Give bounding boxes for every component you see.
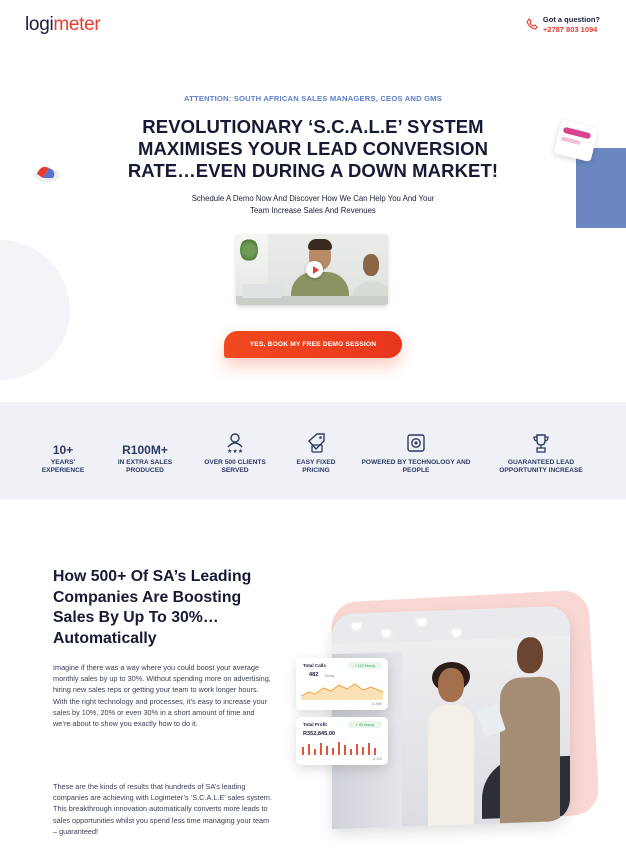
stat-clients: ★★★ OVER 500 CLIENTS SERVED	[197, 402, 273, 499]
stat-value: R100M+	[122, 443, 168, 457]
stat-label: GUARANTEED LEAD OPPORTUNITY INCREASE	[499, 459, 583, 474]
card-badge: + 120 Hourly	[348, 662, 382, 669]
attention-text: ATTENTION: SOUTH AFRICAN SALES MANAGERS,…	[184, 94, 442, 103]
hero-subheading: Schedule A Demo Now And Discover How We …	[191, 194, 435, 215]
stat-label: POWERED BY TECHNOLOGY AND PEOPLE	[361, 459, 471, 474]
landing-page: logimeter Got a question? +2787 803 1094…	[0, 0, 626, 856]
contact-block[interactable]: Got a question? +2787 803 1094	[526, 15, 600, 35]
stat-pricing: EASY FIXED PRICING	[285, 402, 347, 499]
stat-years: 10+ YEARS' EXPERIENCE	[33, 402, 93, 499]
team-stars-icon: ★★★	[227, 433, 243, 454]
tech-chip-icon	[407, 434, 425, 452]
contact-question: Got a question?	[542, 15, 600, 24]
section-paragraph: Imagine if there was a way where you cou…	[53, 663, 271, 729]
price-tag-icon	[308, 433, 325, 453]
card-foot: 8,119	[373, 757, 382, 761]
demo-video[interactable]	[236, 234, 388, 305]
play-icon	[312, 265, 319, 274]
calls-area-chart	[301, 683, 383, 700]
phone-icon	[526, 18, 538, 30]
stat-label: YEARS' EXPERIENCE	[41, 459, 85, 474]
card-title: Total Profit	[303, 722, 327, 727]
stats-band: 10+ YEARS' EXPERIENCE R100M+ IN EXTRA SA…	[0, 402, 626, 499]
contact-number[interactable]: +2787 803 1094	[543, 25, 600, 35]
showroom-image	[296, 589, 601, 836]
card-value: 482	[309, 672, 319, 678]
stat-guarantee: GUARANTEED LEAD OPPORTUNITY INCREASE	[487, 402, 595, 499]
svg-text:★★★: ★★★	[227, 448, 243, 454]
stat-label: IN EXTRA SALES PRODUCED	[117, 459, 173, 474]
page-title: REVOLUTIONARY ‘S.C.A.L.E’ SYSTEM MAXIMIS…	[127, 116, 499, 181]
section-title: How 500+ Of SA’s Leading Companies Are B…	[53, 568, 252, 647]
decorative-circle	[0, 240, 70, 380]
stat-label: OVER 500 CLIENTS SERVED	[204, 459, 266, 474]
play-button[interactable]	[306, 261, 323, 278]
stat-value: 10+	[52, 443, 74, 457]
card-title: Total Calls	[303, 663, 326, 668]
card-value: R352,845.00	[303, 731, 336, 737]
trophy-icon	[533, 434, 549, 453]
card-foot: 11,989	[371, 702, 382, 706]
card-sub: Today	[324, 673, 335, 678]
card-badge: + 40 Hourly	[348, 721, 382, 728]
logo[interactable]: logimeter	[25, 14, 101, 36]
stat-label: EASY FIXED PRICING	[296, 459, 336, 474]
total-calls-card: Total Calls + 120 Hourly 482 Today 11,98…	[296, 658, 388, 710]
profit-bar-chart	[302, 742, 376, 755]
book-demo-button[interactable]: YES, BOOK MY FREE DEMO SESSION	[224, 331, 402, 358]
logo-prefix: logi	[25, 14, 54, 35]
stat-technology: POWERED BY TECHNOLOGY AND PEOPLE	[360, 402, 472, 499]
stat-sales: R100M+ IN EXTRA SALES PRODUCED	[108, 402, 182, 499]
total-profit-card: Total Profit + 40 Hourly R352,845.00 8,1…	[296, 717, 388, 765]
section-paragraph: These are the kinds of results that hund…	[53, 782, 272, 836]
decorative-pill-icon	[34, 166, 60, 182]
logo-suffix: meter	[53, 14, 101, 35]
decorative-card	[553, 119, 599, 163]
